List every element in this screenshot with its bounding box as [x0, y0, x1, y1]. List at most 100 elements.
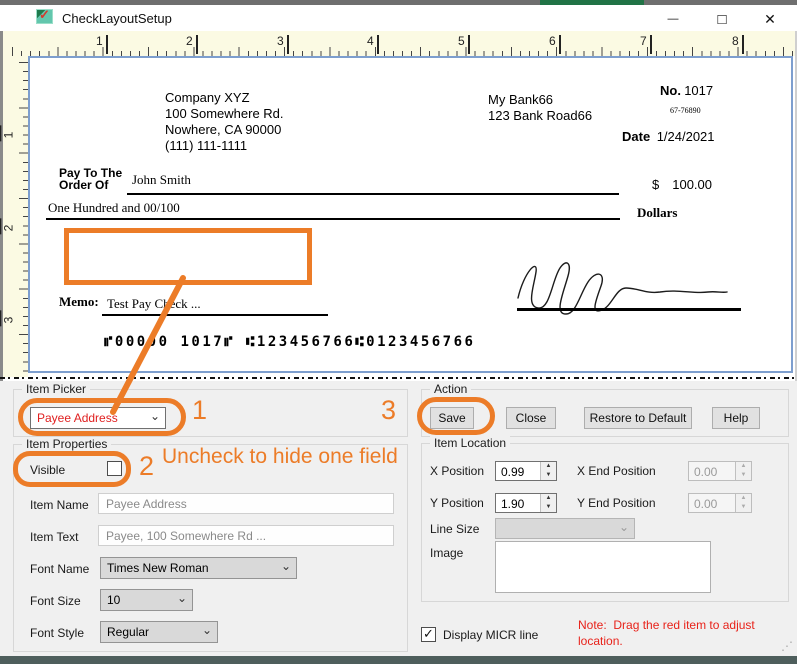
chevron-down-icon: [279, 560, 291, 576]
bank-block: My Bank66 123 Bank Road66: [488, 92, 592, 124]
company-address: 100 Somewhere Rd.: [165, 106, 284, 122]
spinner-arrows: ▲▼: [735, 462, 751, 480]
item-picker-title: Item Picker: [22, 382, 90, 396]
y-position-value: 1.90: [501, 497, 524, 511]
font-size-dropdown[interactable]: 10: [100, 589, 193, 611]
dollar-sign: $: [652, 177, 659, 192]
ruler-mark: 3: [1, 317, 15, 324]
visible-checkbox[interactable]: [107, 461, 122, 476]
item-name-label: Item Name: [30, 498, 89, 512]
resize-grip[interactable]: ⋰: [781, 639, 793, 653]
font-style-dropdown[interactable]: Regular: [100, 621, 218, 643]
font-size-label: Font Size: [30, 594, 81, 608]
y-position-spinner[interactable]: 1.90 ▲▼: [495, 493, 557, 513]
date-line: Date 1/24/2021: [622, 129, 715, 145]
bottom-window-edge: [0, 656, 797, 664]
chevron-down-icon: [175, 592, 187, 608]
close-button[interactable]: Close: [506, 407, 556, 429]
display-micr-label: Display MICR line: [443, 628, 538, 642]
item-name-field: Payee Address: [98, 493, 394, 514]
company-city: Nowhere, CA 90000: [165, 122, 284, 138]
restore-to-default-button[interactable]: Restore to Default: [584, 407, 692, 429]
spinner-arrows: ▲▼: [735, 494, 751, 512]
spinner-arrows[interactable]: ▲▼: [540, 494, 556, 512]
chevron-down-icon: [617, 521, 629, 537]
x-end-position-label: X End Position: [577, 464, 656, 478]
close-window-button[interactable]: [747, 5, 793, 33]
line-size-dropdown: [495, 518, 635, 539]
item-text-label: Item Text: [30, 530, 78, 544]
visible-label: Visible: [30, 463, 65, 477]
x-position-value: 0.99: [501, 465, 524, 479]
signature-line: [517, 308, 741, 311]
x-position-label: X Position: [430, 464, 484, 478]
font-size-value: 10: [107, 593, 120, 607]
image-box: [495, 541, 711, 593]
routing-fraction: 67-76890: [670, 106, 701, 115]
window-title: CheckLayoutSetup: [62, 11, 172, 26]
amount-words-line: [46, 218, 620, 220]
title-bar: CheckLayoutSetup: [0, 5, 797, 31]
ruler-mark: 8: [732, 34, 739, 48]
check-number: No. 1017: [660, 83, 713, 99]
check-number-value: 1017: [684, 83, 713, 98]
chevron-down-icon: [148, 410, 160, 426]
payee-line: [127, 193, 619, 195]
y-position-label: Y Position: [430, 496, 484, 510]
bank-name: My Bank66: [488, 92, 592, 108]
horizontal-ruler: 1 2 3 4 5 6 7 8: [3, 31, 795, 56]
ruler-mark: 3: [277, 34, 284, 48]
amount-value: 100.00: [672, 177, 712, 192]
micr-line: ⑈00000 1017⑈ ⑆123456766⑆0123456766: [104, 334, 475, 350]
font-style-label: Font Style: [30, 626, 84, 640]
date-value: 1/24/2021: [657, 129, 715, 144]
ruler-mark: 2: [186, 34, 193, 48]
item-properties-title: Item Properties: [22, 437, 111, 451]
item-location-title: Item Location: [430, 436, 510, 450]
amount-line: $ 100.00: [652, 177, 712, 193]
company-name: Company XYZ: [165, 90, 284, 106]
signature-image: [508, 254, 736, 316]
image-label: Image: [430, 546, 463, 560]
font-style-value: Regular: [107, 625, 149, 639]
app-icon: [36, 9, 53, 24]
font-name-dropdown[interactable]: Times New Roman: [100, 557, 297, 579]
item-picker-dropdown[interactable]: Payee Address: [30, 407, 166, 429]
help-button[interactable]: Help: [712, 407, 760, 429]
item-picker-value: Payee Address: [37, 411, 118, 425]
display-micr-checkbox[interactable]: [421, 627, 436, 642]
amount-words: One Hundred and 00/100: [48, 200, 180, 216]
company-block: Company XYZ 100 Somewhere Rd. Nowhere, C…: [165, 90, 284, 154]
check-layout-setup-window: CheckLayoutSetup 1 2 3 4 5 6 7 8 1 2 3 C…: [0, 0, 797, 664]
ruler-mark: 1: [96, 34, 103, 48]
ruler-mark: 4: [367, 34, 374, 48]
vertical-ruler: 1 2 3: [3, 56, 28, 377]
x-end-position-value: 0.00: [694, 465, 717, 479]
item-text-field: Payee, 100 Somewhere Rd ...: [98, 525, 394, 546]
font-name-value: Times New Roman: [107, 561, 209, 575]
ruler-mark: 5: [458, 34, 465, 48]
date-label: Date: [622, 129, 650, 144]
memo-line: [102, 314, 328, 316]
y-end-position-value: 0.00: [694, 497, 717, 511]
pay-to-label: Pay To The Order Of: [59, 167, 122, 191]
settings-panel: Item Picker Payee Address Action Save Cl…: [0, 381, 797, 656]
x-position-spinner[interactable]: 0.99 ▲▼: [495, 461, 557, 481]
maximize-button[interactable]: [699, 5, 745, 33]
company-phone: (111) 111-1111: [165, 138, 284, 154]
memo-label: Memo:: [59, 294, 99, 310]
memo-text: Test Pay Check ...: [107, 296, 201, 312]
x-end-position-spinner: 0.00 ▲▼: [688, 461, 752, 481]
ruler-mark: 6: [549, 34, 556, 48]
payee-address-highlight-rect: [64, 228, 312, 285]
check-preview: Company XYZ 100 Somewhere Rd. Nowhere, C…: [28, 56, 793, 373]
minimize-button[interactable]: [650, 5, 696, 33]
save-button[interactable]: Save: [430, 407, 474, 429]
ruler-mark: 2: [1, 225, 15, 232]
font-name-label: Font Name: [30, 562, 89, 576]
check-number-label: No.: [660, 83, 681, 98]
y-end-position-spinner: 0.00 ▲▼: [688, 493, 752, 513]
panel-divider: [0, 377, 797, 379]
spinner-arrows[interactable]: ▲▼: [540, 462, 556, 480]
line-size-label: Line Size: [430, 522, 479, 536]
